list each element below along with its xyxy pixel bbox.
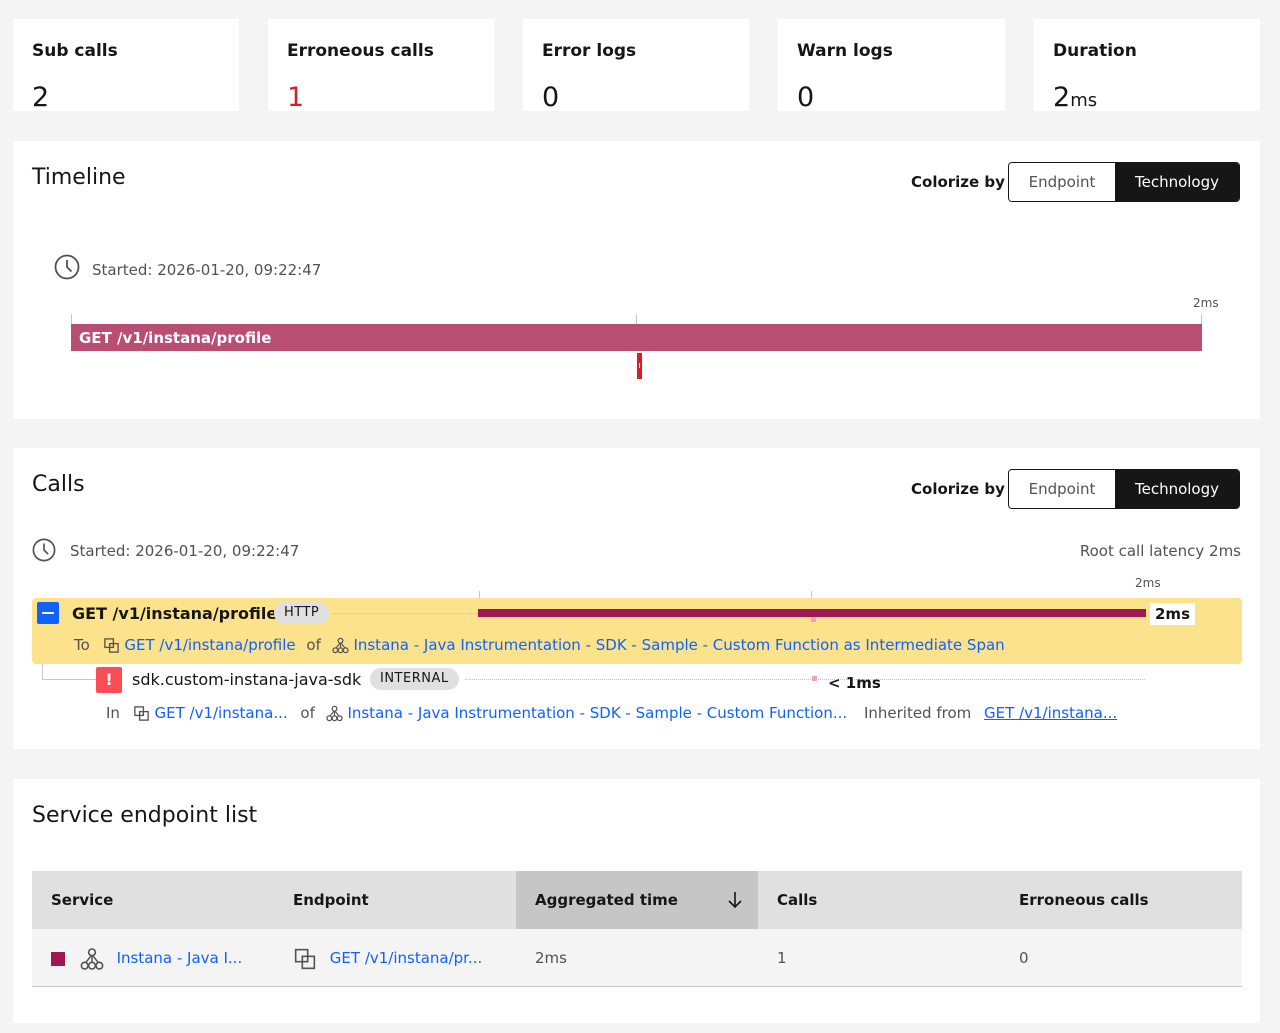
endpoint-icon <box>103 638 119 653</box>
service-link[interactable]: Instana - Java Instrumentation - SDK - S… <box>347 704 847 722</box>
endpoint-list-title: Service endpoint list <box>32 803 258 828</box>
colorize-technology-button[interactable]: Technology <box>1115 163 1239 201</box>
aggregated-time-cell: 2ms <box>535 949 567 967</box>
stat-card-sub-calls: Sub calls 2 <box>13 19 239 113</box>
timeline-tick <box>71 314 72 324</box>
service-link[interactable]: Instana - Java Instrumentation - SDK - S… <box>353 636 1004 654</box>
error-marker[interactable] <box>637 353 642 379</box>
aggregated-time-label: Aggregated time <box>535 891 678 909</box>
stat-value: 0 <box>797 82 815 113</box>
stat-card-warn-logs: Warn logs 0 <box>778 19 1005 113</box>
call-detail: In GET /v1/instana... of Instana - Java … <box>106 704 1117 722</box>
service-icon <box>80 947 104 970</box>
call-duration: < 1ms <box>828 674 881 692</box>
clock-icon <box>32 538 56 562</box>
timeline-tick <box>1201 314 1202 324</box>
stat-title: Duration <box>1053 41 1137 61</box>
column-header-calls[interactable]: Calls <box>758 871 1000 929</box>
stat-value: 1 <box>287 82 305 113</box>
stat-card-duration: Duration 2ms <box>1034 19 1260 113</box>
stat-title: Erroneous calls <box>287 41 434 61</box>
timeline-bar[interactable]: GET /v1/instana/profile <box>71 324 1202 351</box>
call-dotted-line <box>332 613 478 614</box>
endpoint-icon <box>133 706 149 721</box>
service-cell: Instana - Java I... <box>32 929 274 987</box>
call-detail: To GET /v1/instana/profile of Instana - … <box>74 636 1005 654</box>
column-header-erroneous-calls[interactable]: Erroneous calls <box>1000 871 1242 929</box>
duration-number: 2 <box>1053 82 1071 113</box>
stat-title: Warn logs <box>797 41 893 61</box>
call-tag: HTTP <box>274 602 330 624</box>
service-link[interactable]: Instana - Java I... <box>117 949 243 967</box>
detail-prefix: In <box>106 704 120 722</box>
timeline-tick <box>636 314 637 324</box>
stat-card-error-logs: Error logs 0 <box>523 19 749 113</box>
clock-icon <box>54 254 80 280</box>
calls-started: Started: 2026-01-20, 09:22:47 <box>70 542 300 560</box>
call-name[interactable]: sdk.custom-instana-java-sdk <box>132 670 361 689</box>
collapse-button[interactable] <box>37 602 59 624</box>
endpoint-link[interactable]: GET /v1/instana/pr... <box>330 949 483 967</box>
error-icon: ! <box>96 667 122 693</box>
stat-card-erroneous-calls: Erroneous calls 1 <box>268 19 494 113</box>
timeline-title: Timeline <box>32 165 126 190</box>
service-endpoint-panel: Service endpoint list Service Endpoint A… <box>13 779 1260 1023</box>
stat-value: 2ms <box>1053 82 1097 113</box>
call-row-http[interactable]: GET /v1/instana/profile HTTP 2ms To GET … <box>32 598 1242 664</box>
table-row[interactable]: Instana - Java I... GET /v1/instana/pr..… <box>32 929 1242 987</box>
colorize-technology-button[interactable]: Technology <box>1115 470 1239 508</box>
service-color-swatch <box>51 951 65 966</box>
timeline-bar-label: GET /v1/instana/profile <box>79 329 272 347</box>
stat-value: 0 <box>542 82 560 113</box>
endpoint-icon <box>294 948 316 969</box>
endpoint-cell: GET /v1/instana/pr... <box>274 929 516 987</box>
of-label: of <box>306 636 321 654</box>
colorize-endpoint-button[interactable]: Endpoint <box>1009 470 1115 508</box>
timeline-scale-end: 2ms <box>1193 296 1219 310</box>
child-duration-marker[interactable] <box>812 676 817 681</box>
inherited-label: Inherited from <box>863 704 972 722</box>
stat-title: Error logs <box>542 41 637 61</box>
calls-cell: 1 <box>777 949 787 967</box>
detail-prefix: To <box>74 636 90 654</box>
call-duration-bar[interactable] <box>478 609 1146 617</box>
stat-title: Sub calls <box>32 41 118 61</box>
service-icon <box>331 637 349 654</box>
colorize-label: Colorize by <box>911 173 1005 191</box>
column-header-endpoint[interactable]: Endpoint <box>274 871 516 929</box>
timeline-panel: Timeline Colorize by Endpoint Technology… <box>13 141 1260 419</box>
table-header: Service Endpoint Aggregated time Calls E… <box>32 871 1242 929</box>
endpoint-link[interactable]: GET /v1/instana/profile <box>124 636 295 654</box>
call-name[interactable]: GET /v1/instana/profile <box>72 604 277 623</box>
column-header-service[interactable]: Service <box>32 871 274 929</box>
sort-descending-icon <box>728 892 742 909</box>
duration-unit: ms <box>1070 90 1098 111</box>
column-header-aggregated-time[interactable]: Aggregated time <box>516 871 758 929</box>
calls-panel: Calls Colorize by Endpoint Technology St… <box>13 448 1260 749</box>
timeline-started: Started: 2026-01-20, 09:22:47 <box>92 261 322 279</box>
colorize-toggle: Endpoint Technology <box>1008 469 1240 509</box>
of-label: of <box>300 704 315 722</box>
colorize-endpoint-button[interactable]: Endpoint <box>1009 163 1115 201</box>
service-icon <box>325 705 343 722</box>
colorize-toggle: Endpoint Technology <box>1008 162 1240 202</box>
inherited-link[interactable]: GET /v1/instana... <box>984 704 1117 722</box>
tree-connector <box>42 664 96 680</box>
call-tag: INTERNAL <box>370 668 459 690</box>
endpoint-link[interactable]: GET /v1/instana... <box>155 704 288 722</box>
erroneous-calls-cell: 0 <box>1019 949 1029 967</box>
call-dotted-line <box>465 679 1145 680</box>
calls-scale-end: 2ms <box>1135 576 1161 590</box>
root-call-latency: Root call latency 2ms <box>1079 542 1241 560</box>
call-duration: 2ms <box>1150 603 1195 625</box>
colorize-label: Colorize by <box>911 480 1005 498</box>
stat-value: 2 <box>32 82 50 113</box>
child-span-marker <box>811 617 816 622</box>
calls-title: Calls <box>32 472 85 497</box>
